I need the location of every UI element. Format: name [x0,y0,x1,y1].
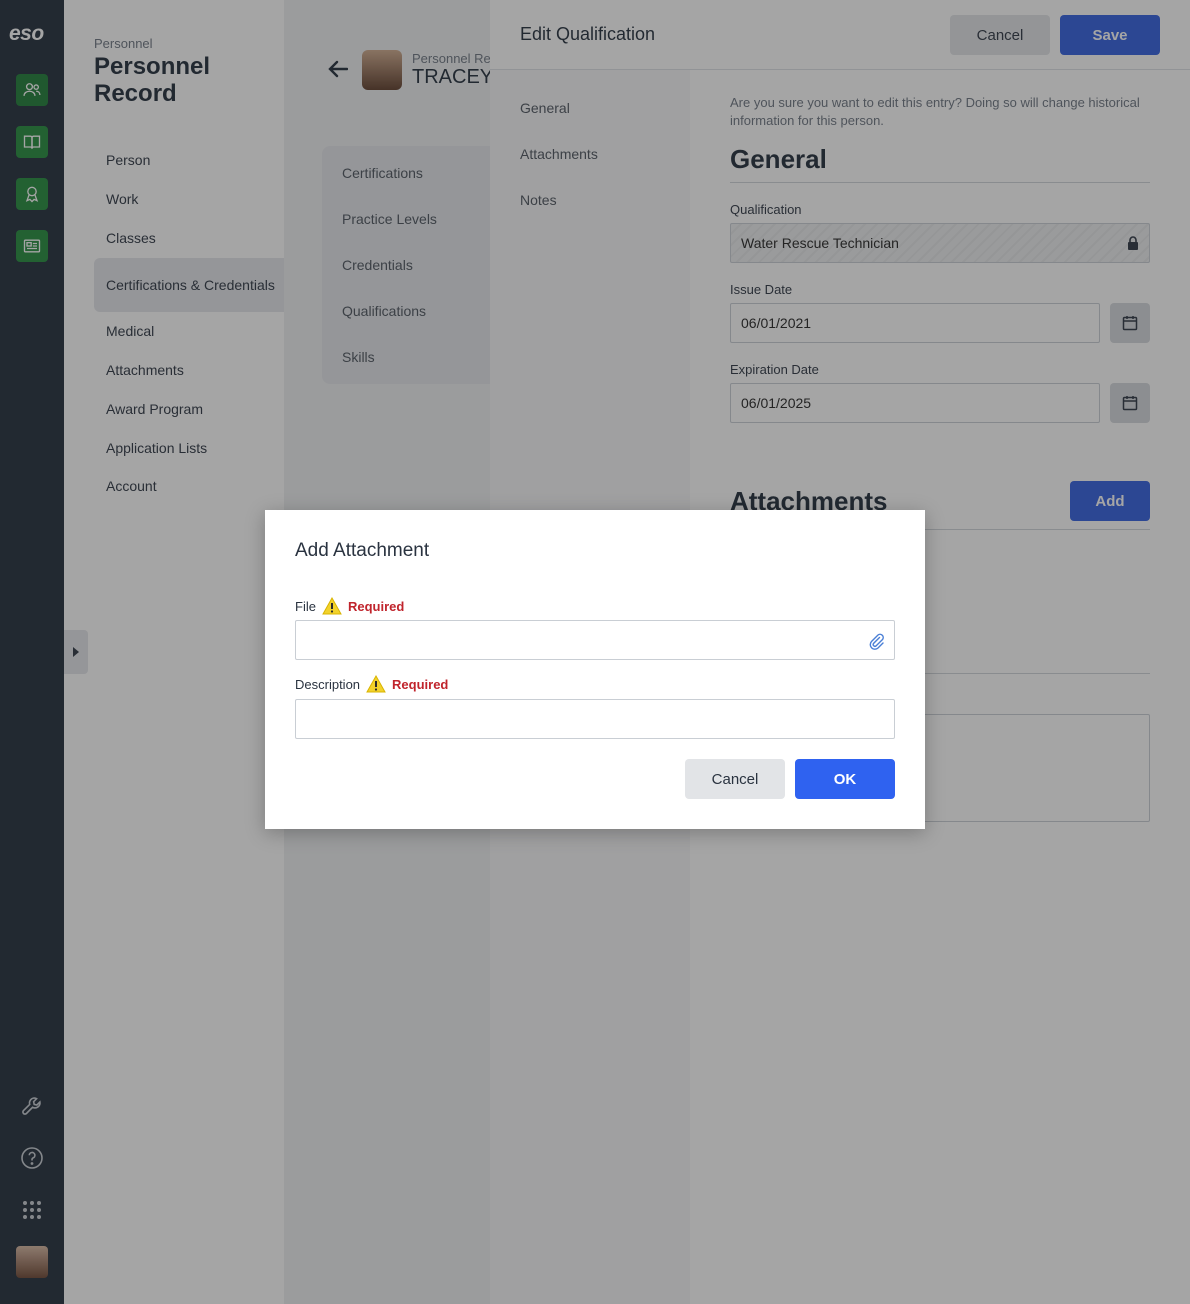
warning-icon [366,675,386,693]
description-label-row: Description Required [295,675,448,693]
dialog-cancel-button[interactable]: Cancel [685,759,785,799]
file-label-row: File Required [295,597,404,615]
description-label: Description [295,676,361,692]
file-input[interactable] [295,620,895,660]
dialog-ok-button[interactable]: OK [795,759,895,799]
paperclip-icon[interactable] [866,631,886,651]
warning-icon [322,597,342,615]
dialog-title: Add Attachment [295,540,430,561]
file-label: File [295,598,316,614]
add-attachment-dialog: Add Attachment File Required Description… [265,510,925,829]
description-input[interactable] [295,699,895,739]
description-required-text: Required [392,676,449,692]
file-required-text: Required [347,598,405,614]
